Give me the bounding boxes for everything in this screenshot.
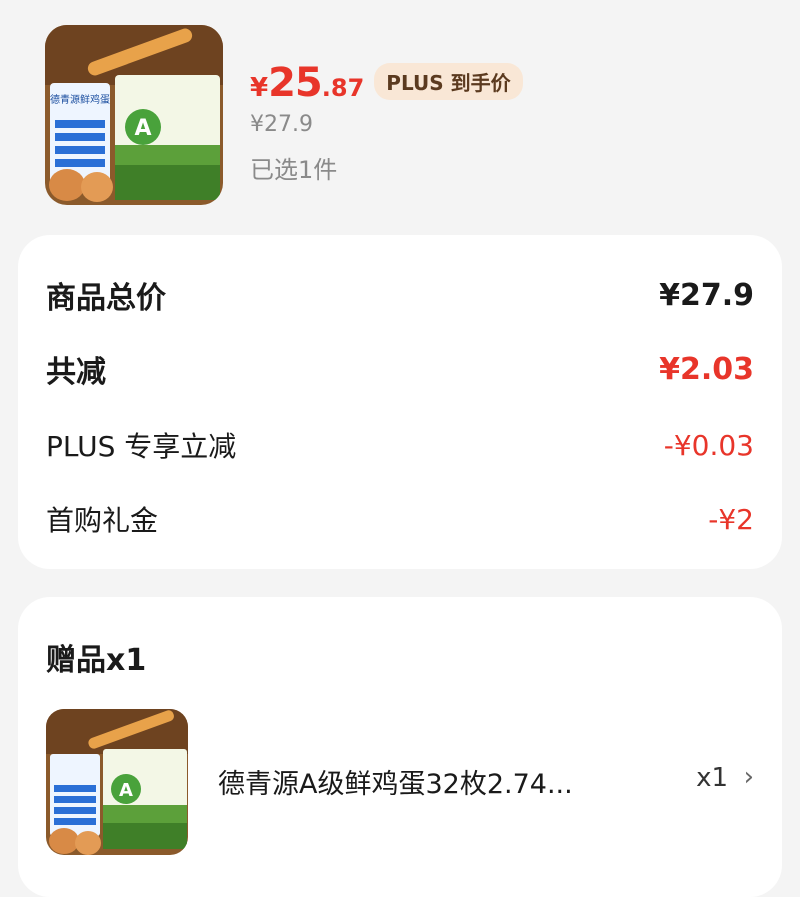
image-label: 德青源鲜鸡蛋 [50, 93, 110, 106]
gift-item-name[interactable]: 德青源A级鲜鸡蛋32枚2.74... [218, 762, 618, 801]
egg-box-image: 德青源鲜鸡蛋 A [45, 25, 223, 205]
first-purchase-value: -¥2 [708, 502, 754, 536]
svg-text:A: A [134, 116, 151, 141]
summary-row-discount: 共减 ¥2.03 [46, 347, 754, 391]
selected-count: 已选1件 [250, 156, 338, 184]
price-integer: 25 [268, 60, 323, 106]
discount-label: 共减 [46, 355, 106, 390]
total-value: ¥27.9 [659, 277, 754, 313]
plus-price-badge: PLUS 到手价 [374, 63, 523, 100]
first-purchase-label: 首购礼金 [46, 504, 159, 537]
gift-egg-box-image: A [46, 709, 188, 855]
gift-image[interactable]: A [46, 709, 188, 855]
gift-title: 赠品x1 [46, 643, 147, 678]
summary-row-total: 商品总价 ¥27.9 [46, 273, 754, 317]
total-label: 商品总价 [46, 281, 166, 316]
plus-discount-label: PLUS 专享立减 [46, 430, 237, 463]
svg-text:A: A [119, 780, 133, 801]
gift-quantity: x1 [696, 763, 728, 793]
price-currency: ¥ [250, 73, 269, 103]
chevron-right-icon[interactable]: › [744, 762, 754, 792]
price-summary-card: 商品总价 ¥27.9 共减 ¥2.03 PLUS 专享立减 -¥0.03 首购礼… [18, 235, 782, 569]
discount-value: ¥2.03 [659, 351, 754, 387]
price-row: ¥ 25 .87 PLUS 到手价 [250, 60, 523, 106]
plus-discount-value: -¥0.03 [663, 428, 754, 462]
summary-row-plus: PLUS 专享立减 -¥0.03 [46, 425, 754, 465]
product-image[interactable]: 德青源鲜鸡蛋 A [45, 25, 223, 205]
product-header: 德青源鲜鸡蛋 A ¥ 25 .87 PLUS 到手价 ¥27.9 已选1件 [0, 0, 800, 225]
gift-card: 赠品x1 A 德青源A级鲜鸡蛋32枚2.74... x1 › [18, 597, 782, 897]
price-decimal: .87 [321, 74, 365, 102]
summary-row-first-purchase: 首购礼金 -¥2 [46, 499, 754, 539]
original-price: ¥27.9 [250, 112, 313, 137]
